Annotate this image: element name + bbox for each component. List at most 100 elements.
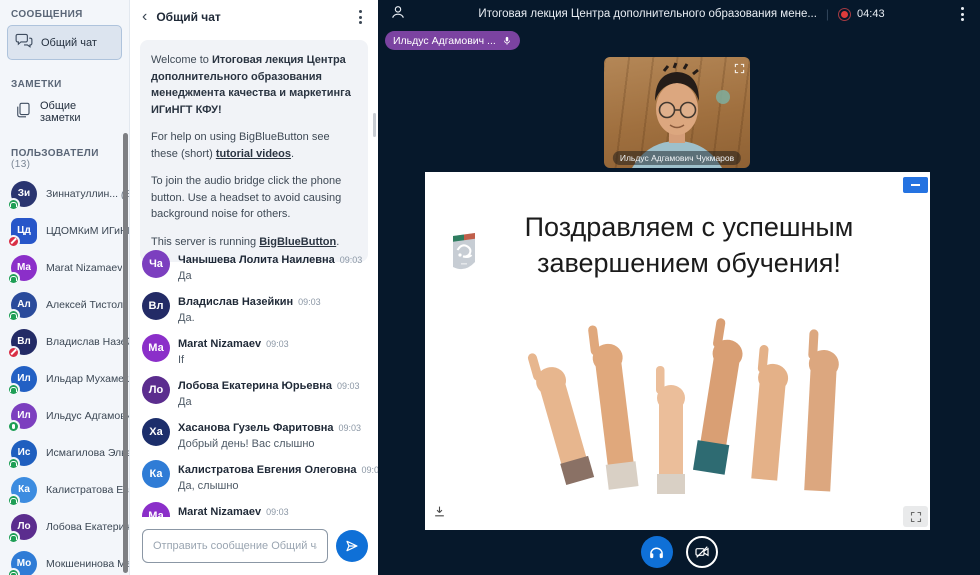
- user-list-item[interactable]: Ил Ильдус Адгамови...: [0, 397, 129, 434]
- notes-header: ЗАМЕТКИ: [0, 70, 129, 95]
- avatar-initials: Ло: [17, 521, 30, 532]
- avatar: Ло: [142, 376, 170, 404]
- main-area: Итоговая лекция Центра дополнительного о…: [378, 0, 980, 575]
- user-name: Калистратова Евг...: [46, 484, 129, 496]
- user-status-badge: [7, 457, 20, 470]
- chat-message: Ло Лобова Екатерина Юрьевна09:03 Да: [130, 371, 378, 413]
- user-name: Ильдус Адгамови...: [46, 410, 129, 422]
- chat-scrollbar[interactable]: [373, 113, 376, 137]
- user-list-scrollbar[interactable]: [123, 133, 128, 573]
- avatar: Вл: [142, 292, 170, 320]
- notes-icon: [14, 101, 32, 124]
- user-list-item[interactable]: Ка Калистратова Евг...: [0, 471, 129, 508]
- chat-message-author: Чанышева Лолита Наилевна09:03: [178, 254, 362, 266]
- user-name: Владислав Назей...: [46, 336, 129, 348]
- chat-message: Ча Чанышева Лолита Наилевна09:03 Да: [130, 245, 378, 287]
- user-name: Исмагилова Эльза: [46, 447, 129, 459]
- user-list-item[interactable]: Ис Исмагилова Эльза: [0, 434, 129, 471]
- avatar: Ма: [142, 334, 170, 362]
- user-person-icon[interactable]: [390, 4, 406, 25]
- avatar-initials: Ил: [17, 373, 31, 384]
- user-list-item[interactable]: Ал Алексей Тистол: [0, 286, 129, 323]
- send-message-button[interactable]: [336, 530, 368, 562]
- chat-message: Ма Marat Nizamaev09:03 If: [130, 329, 378, 371]
- user-name: Алексей Тистол: [46, 299, 123, 311]
- user-list-item[interactable]: Вл Владислав Назей...: [0, 323, 129, 360]
- minimize-presentation-button[interactable]: [903, 177, 928, 193]
- avatar: Ис: [11, 440, 37, 466]
- webcam-fullscreen-icon[interactable]: [734, 61, 745, 79]
- chat-message-author: Хасанова Гузель Фаритовна09:03: [178, 422, 361, 434]
- share-webcam-button[interactable]: [686, 536, 718, 568]
- microphone-icon: [502, 35, 512, 47]
- user-list-item[interactable]: Цд ЦДОМКиМ ИГиНГТ: [0, 212, 129, 249]
- slide-fullscreen-button[interactable]: [903, 506, 928, 527]
- avatar: Ло: [11, 514, 37, 540]
- meeting-title: Итоговая лекция Центра дополнительного о…: [478, 8, 817, 20]
- action-bar: [378, 536, 980, 568]
- recording-indicator[interactable]: 04:43: [838, 8, 885, 21]
- avatar: Мо: [11, 551, 37, 575]
- talking-indicator[interactable]: Ильдус Адгамович ...: [385, 31, 520, 50]
- recording-time: 04:43: [857, 8, 885, 20]
- chat-message: Ма Marat Nizamaev09:03 да: [130, 497, 378, 517]
- chat-message-time: 09:03: [337, 381, 360, 391]
- webcam-user-label: Ильдус Адгамович Чукмаров: [613, 151, 741, 165]
- sidebar-item-public-chat[interactable]: Общий чат: [7, 25, 122, 60]
- sidebar-item-shared-notes[interactable]: Общие заметки: [7, 95, 122, 129]
- chat-message-input[interactable]: [142, 529, 328, 563]
- user-status-badge: [7, 383, 20, 396]
- avatar-initials: Ал: [17, 299, 31, 310]
- user-status-badge: [7, 531, 20, 544]
- user-name: Мокшенинова Ма...: [46, 558, 129, 570]
- chat-message-text: Да: [178, 270, 362, 282]
- presentation-slide: Поздравляем с успешным завершением обуче…: [425, 172, 930, 530]
- chat-message-text: Да.: [178, 312, 321, 324]
- divider: |: [826, 7, 829, 21]
- chat-input-row: [142, 529, 368, 563]
- tutorial-videos-link[interactable]: tutorial videos: [216, 148, 291, 160]
- avatar-initials: Ка: [18, 484, 30, 495]
- users-count: (13): [11, 159, 30, 170]
- avatar-initials: Вл: [17, 336, 31, 347]
- chat-options-icon[interactable]: [355, 8, 366, 26]
- user-status-badge: [7, 420, 20, 433]
- record-dot-icon: [838, 8, 851, 21]
- chat-message-text: Да: [178, 396, 360, 408]
- leave-audio-button[interactable]: [641, 536, 673, 568]
- avatar: Ал: [11, 292, 37, 318]
- user-name: Ильдар Мухамет...: [46, 373, 129, 385]
- avatar-initials: Зи: [18, 188, 30, 199]
- user-name: Лобова Екатерин...: [46, 521, 129, 533]
- welcome-message: Welcome to Итоговая лекция Центра дополн…: [140, 40, 368, 262]
- user-list-item[interactable]: Мо Мокшенинова Ма...: [0, 545, 129, 575]
- user-name: Зиннатуллин... (Вы): [46, 188, 129, 200]
- talking-indicator-label: Ильдус Адгамович ...: [393, 35, 496, 47]
- paper-plane-icon: [344, 538, 360, 554]
- chat-message: Ка Калистратова Евгения Олеговна09:03 Да…: [130, 455, 378, 497]
- avatar: Ил: [11, 403, 37, 429]
- avatar: Ма: [142, 502, 170, 517]
- user-list-item[interactable]: Зи Зиннатуллин... (Вы): [0, 175, 129, 212]
- slide-title: Поздравляем с успешным завершением обуче…: [470, 210, 908, 282]
- options-menu-icon[interactable]: [957, 5, 968, 23]
- avatar: Ма: [11, 255, 37, 281]
- chat-back-icon[interactable]: ‹: [142, 9, 147, 25]
- user-status-badge: [7, 346, 20, 359]
- user-list-item[interactable]: Ил Ильдар Мухамет...: [0, 360, 129, 397]
- avatar-initials: Ма: [17, 262, 31, 273]
- user-name: Marat Nizamaev: [46, 262, 122, 274]
- chat-message-author: Marat Nizamaev09:03: [178, 506, 289, 517]
- chat-message-list: Ча Чанышева Лолита Наилевна09:03 Да Вл В…: [130, 245, 378, 517]
- users-header: ПОЛЬЗОВАТЕЛИ (13): [0, 139, 129, 175]
- download-presentation-icon[interactable]: [433, 505, 446, 523]
- user-list-item[interactable]: Ма Marat Nizamaev: [0, 249, 129, 286]
- user-list: Зи Зиннатуллин... (Вы) Цд ЦДОМКиМ ИГиНГТ: [0, 175, 129, 575]
- avatar-initials: Ис: [18, 447, 31, 458]
- webcam-tile: Ильдус Адгамович Чукмаров: [604, 57, 750, 168]
- sidebar-item-label: Общие заметки: [40, 100, 115, 124]
- left-sidebar: СООБЩЕНИЯ Общий чат ЗАМЕТКИ Общие заметк…: [0, 0, 130, 575]
- user-name: ЦДОМКиМ ИГиНГТ: [46, 225, 129, 237]
- avatar: Вл: [11, 329, 37, 355]
- user-list-item[interactable]: Ло Лобова Екатерин...: [0, 508, 129, 545]
